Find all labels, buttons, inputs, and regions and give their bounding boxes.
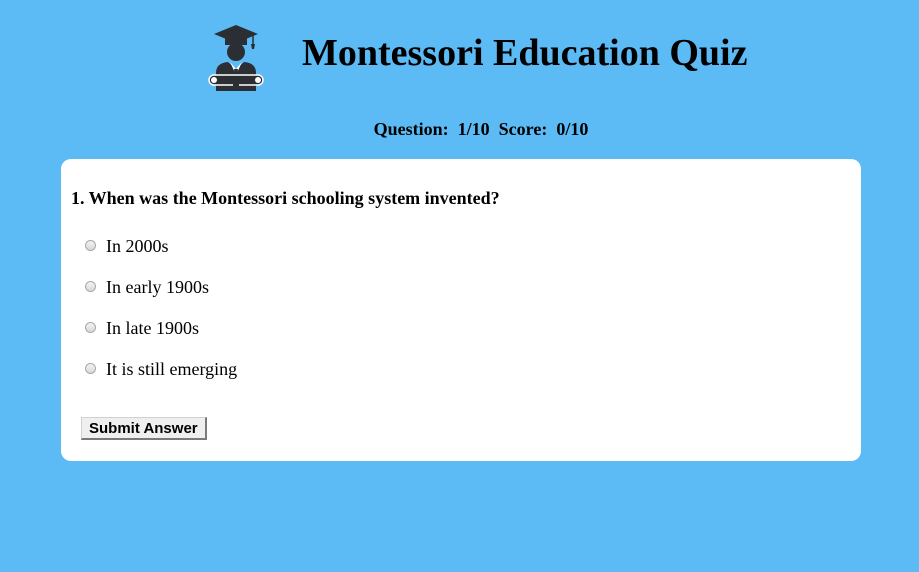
answer-option-label: In late 1900s [106,317,199,338]
question-counter-value: 1/10 [457,119,495,139]
answer-option-label: In early 1900s [106,276,209,297]
answer-option-label: It is still emerging [106,358,238,379]
submit-answer-button[interactable]: Submit Answer [81,417,207,440]
score-value: 0/10 [556,119,589,139]
question-text: 1. When was the Montessori schooling sys… [71,188,500,208]
graduate-icon [208,25,264,91]
radio-button[interactable] [85,363,96,374]
answer-option-4[interactable]: It is still emerging [85,356,237,381]
quiz-status: Question: 1/10 Score: 0/10 [0,118,919,140]
answer-option-label: In 2000s [106,235,169,256]
radio-button[interactable] [85,240,96,251]
answer-option-2[interactable]: In early 1900s [85,274,237,299]
answer-option-3[interactable]: In late 1900s [85,315,237,340]
radio-button[interactable] [85,281,96,292]
page-title: Montessori Education Quiz [302,32,748,74]
question-counter-label: Question: [373,119,454,139]
page-header: Montessori Education Quiz [0,0,919,100]
score-label: Score: [498,119,552,139]
answer-option-1[interactable]: In 2000s [85,233,237,258]
radio-button[interactable] [85,322,96,333]
quiz-card: 1. When was the Montessori schooling sys… [61,159,861,461]
answer-options: In 2000s In early 1900s In late 1900s It… [85,233,237,397]
